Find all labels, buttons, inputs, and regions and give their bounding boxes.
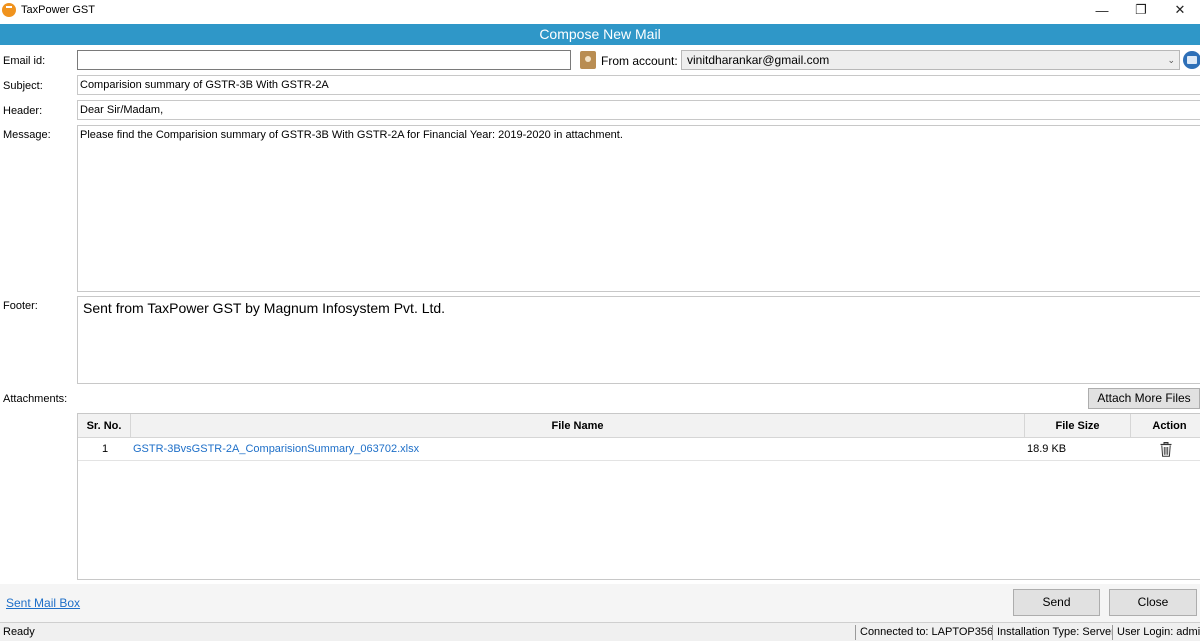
from-account-label: From account: <box>601 54 678 68</box>
table-header: Sr. No. File Name File Size Action <box>78 414 1200 438</box>
column-header-sr-no[interactable]: Sr. No. <box>78 414 131 438</box>
row-file-name-link[interactable]: GSTR-3BvsGSTR-2A_ComparisionSummary_0637… <box>133 438 419 461</box>
window-title: TaxPower GST <box>21 4 95 16</box>
status-bar: Ready Connected to: LAPTOP3568 Installat… <box>0 622 1200 641</box>
header-field[interactable]: Dear Sir/Madam, <box>77 100 1200 120</box>
email-input[interactable] <box>77 50 571 70</box>
message-field[interactable]: Please find the Comparision summary of G… <box>77 125 1200 292</box>
subject-label: Subject: <box>3 80 43 92</box>
app-logo-icon <box>2 3 16 17</box>
row-sr-no: 1 <box>102 443 109 455</box>
minimize-button[interactable]: — <box>1084 0 1120 20</box>
status-connected: Connected to: LAPTOP3568 <box>855 625 992 640</box>
footer-label: Footer: <box>3 300 38 312</box>
column-header-file-size[interactable]: File Size <box>1025 414 1131 438</box>
message-label: Message: <box>3 129 51 141</box>
column-header-action[interactable]: Action <box>1131 414 1200 438</box>
send-button[interactable]: Send <box>1013 589 1100 616</box>
chevron-down-icon: ⌄ <box>1167 55 1175 65</box>
close-window-button[interactable]: ✕ <box>1162 0 1198 20</box>
status-ready: Ready <box>3 626 35 638</box>
subject-field[interactable]: Comparision summary of GSTR-3B With GSTR… <box>77 75 1200 95</box>
restore-button[interactable]: ❐ <box>1123 0 1159 20</box>
from-account-value: vinitdharankar@gmail.com <box>687 53 830 67</box>
title-bar: TaxPower GST <box>0 0 1200 20</box>
column-header-file-name[interactable]: File Name <box>131 414 1025 438</box>
attachments-label: Attachments: <box>3 393 68 405</box>
table-row[interactable]: 1 GSTR-3BvsGSTR-2A_ComparisionSummary_06… <box>78 438 1200 461</box>
close-button[interactable]: Close <box>1109 589 1197 616</box>
attachments-table: Sr. No. File Name File Size Action 1 GST… <box>77 413 1200 580</box>
from-account-select[interactable]: vinitdharankar@gmail.com ⌄ <box>681 50 1180 70</box>
status-installation-type: Installation Type: Server <box>992 625 1112 640</box>
sent-mail-box-link[interactable]: Sent Mail Box <box>6 596 80 610</box>
header-label: Header: <box>3 105 43 117</box>
contacts-book-icon[interactable] <box>580 51 596 69</box>
address-book-icon[interactable] <box>1183 51 1200 69</box>
footer-field[interactable]: Sent from TaxPower GST by Magnum Infosys… <box>77 296 1200 384</box>
trash-icon[interactable] <box>1160 442 1172 457</box>
row-file-size: 18.9 KB <box>1027 443 1067 455</box>
attach-more-files-button[interactable]: Attach More Files <box>1088 388 1200 409</box>
email-label: Email id: <box>3 55 46 67</box>
status-user-login: User Login: admin <box>1112 625 1200 640</box>
compose-title: Compose New Mail <box>0 24 1200 45</box>
